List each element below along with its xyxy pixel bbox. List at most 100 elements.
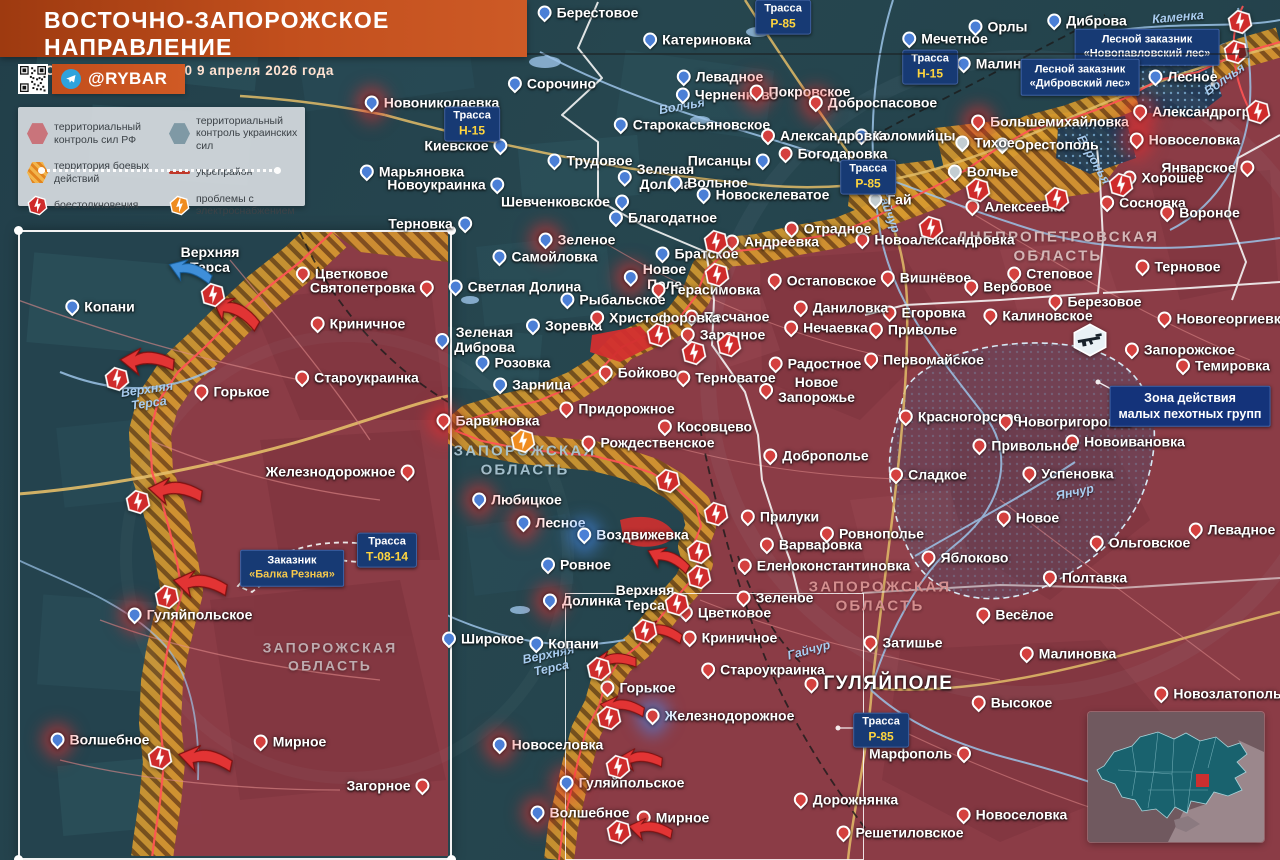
note-line: «Дибровский лес» xyxy=(1030,77,1131,91)
city-marker: Новое xyxy=(997,511,1059,526)
legend-item: территориальный контроль сил РФ xyxy=(27,115,165,152)
city-marker: Темировка xyxy=(1176,359,1270,374)
city-name: Прилуки xyxy=(760,510,819,525)
city-name: Косовцево xyxy=(677,420,752,435)
city-pin xyxy=(587,308,607,328)
city-pin xyxy=(665,173,685,193)
city-marker: Радостное xyxy=(769,357,862,372)
clash-icon xyxy=(684,562,715,593)
city-pin xyxy=(776,144,796,164)
city-name: Ровное xyxy=(560,558,611,573)
city-pin xyxy=(973,605,993,625)
city-name: Нечаевка xyxy=(803,321,868,336)
city-pin xyxy=(540,591,560,611)
minimap-location-marker xyxy=(1196,774,1209,787)
rf-control-icon xyxy=(27,123,48,144)
city-name: Весёлое xyxy=(995,608,1053,623)
city-marker: Калиновское xyxy=(983,309,1092,324)
fortified-line-icon xyxy=(169,162,190,183)
road-badge: ТрассаТ-08-14 xyxy=(357,533,417,568)
city-marker: Ровное xyxy=(541,558,611,573)
city-marker: Яблоково xyxy=(922,551,1009,566)
city-marker: Цветковое xyxy=(679,606,771,621)
road-word: Трасса xyxy=(368,536,406,548)
city-marker: Криничное xyxy=(311,317,406,332)
note-line: малых пехотных групп xyxy=(1119,406,1262,422)
city-pin xyxy=(954,744,974,764)
city-pin xyxy=(455,214,475,234)
city-name: Орлы xyxy=(988,20,1028,35)
city-pin xyxy=(866,320,886,340)
city-marker: Зеленое xyxy=(539,233,616,248)
city-marker: Доброспасовое xyxy=(809,96,937,111)
city-name: Рождественское xyxy=(600,436,714,451)
city-marker: Егоровка xyxy=(882,306,965,321)
city-pin xyxy=(308,314,328,334)
city-marker: Придорожное xyxy=(559,402,674,417)
city-marker: Святопетровка xyxy=(310,281,434,296)
city-marker: Еленоконстантиновка xyxy=(738,559,910,574)
city-marker: Нечаевка xyxy=(784,321,868,336)
city-marker: Александровка xyxy=(761,129,887,144)
city-pin xyxy=(536,230,556,250)
city-marker: Вербовое xyxy=(964,280,1051,295)
road-number: Н-15 xyxy=(911,66,949,81)
clash-icon xyxy=(198,280,229,311)
city-pin xyxy=(606,208,626,228)
city-marker: Полтавка xyxy=(1043,571,1127,586)
city-name: Радостное xyxy=(788,357,862,372)
note-box: Заказник«Балка Резная» xyxy=(240,550,344,587)
city-name: Цветковое xyxy=(698,606,771,621)
city-name: Решетиловское xyxy=(856,826,964,841)
city-marker: ГУЛЯЙПОЛЕ xyxy=(805,674,954,694)
city-pin xyxy=(996,412,1016,432)
city-marker: Вишнёвое xyxy=(881,271,971,286)
city-marker: Лесное xyxy=(516,516,585,531)
infantry-group-icon xyxy=(1071,323,1109,357)
city-name: Зеленое xyxy=(558,233,616,248)
legend-item: территориальный контроль украинских сил xyxy=(169,115,299,152)
clash-icon xyxy=(916,213,947,244)
city-marker: Первомайское xyxy=(864,353,984,368)
note-line: Лесной заказник xyxy=(1030,63,1131,77)
city-name: Егоровка xyxy=(901,306,965,321)
map-viewport: БерестовоеКатериновкаСорочиноЛевадноеЧер… xyxy=(0,0,1280,860)
region-label: ЗАПОРОЖСКАЯ ОБЛАСТЬ xyxy=(809,578,952,616)
road-badge: ТрассаР-85 xyxy=(840,160,896,195)
city-name: Новоселовка xyxy=(1149,133,1241,148)
map-title: ВОСТОЧНО-ЗАПОРОЖСКОЕ НАПРАВЛЕНИЕ xyxy=(44,7,527,61)
city-pin xyxy=(490,247,510,267)
city-name: Новоукраинка xyxy=(387,178,485,193)
city-marker: Новоукраинка xyxy=(387,178,504,193)
city-pin xyxy=(1044,11,1064,31)
city-pin xyxy=(896,407,916,427)
city-marker: Малиновка xyxy=(1020,647,1117,662)
city-marker: Затишье xyxy=(863,636,942,651)
city-pin xyxy=(523,316,543,336)
city-name: Железнодорожное xyxy=(665,709,795,724)
city-name: Дорожнянка xyxy=(813,793,898,808)
city-name: Левадное xyxy=(696,70,764,85)
city-pin xyxy=(469,490,489,510)
city-pin xyxy=(621,267,641,287)
city-marker: Косовцево xyxy=(658,420,752,435)
city-marker: Лесное xyxy=(1148,70,1217,85)
city-name: Берестовое xyxy=(557,6,639,21)
city-pin xyxy=(968,112,988,132)
city-pin xyxy=(861,633,881,653)
city-marker: Запорожское xyxy=(1125,343,1235,358)
city-pin xyxy=(473,353,493,373)
city-marker: Берестовое xyxy=(538,6,639,21)
city-marker: Новоселовка xyxy=(957,808,1068,823)
city-pin xyxy=(817,524,837,544)
city-pin xyxy=(1127,130,1147,150)
city-marker: Барвиновка xyxy=(436,414,539,429)
city-marker: Зарница xyxy=(493,378,571,393)
city-name: Зеленая Диброва xyxy=(454,325,515,355)
city-name: Диброва xyxy=(1066,14,1127,29)
city-name: Новое xyxy=(1016,511,1059,526)
clash-icon xyxy=(594,703,625,734)
city-marker: Горькое xyxy=(194,385,269,400)
city-name: Новогеоргиевка xyxy=(1177,312,1280,327)
city-pin xyxy=(1157,203,1177,223)
